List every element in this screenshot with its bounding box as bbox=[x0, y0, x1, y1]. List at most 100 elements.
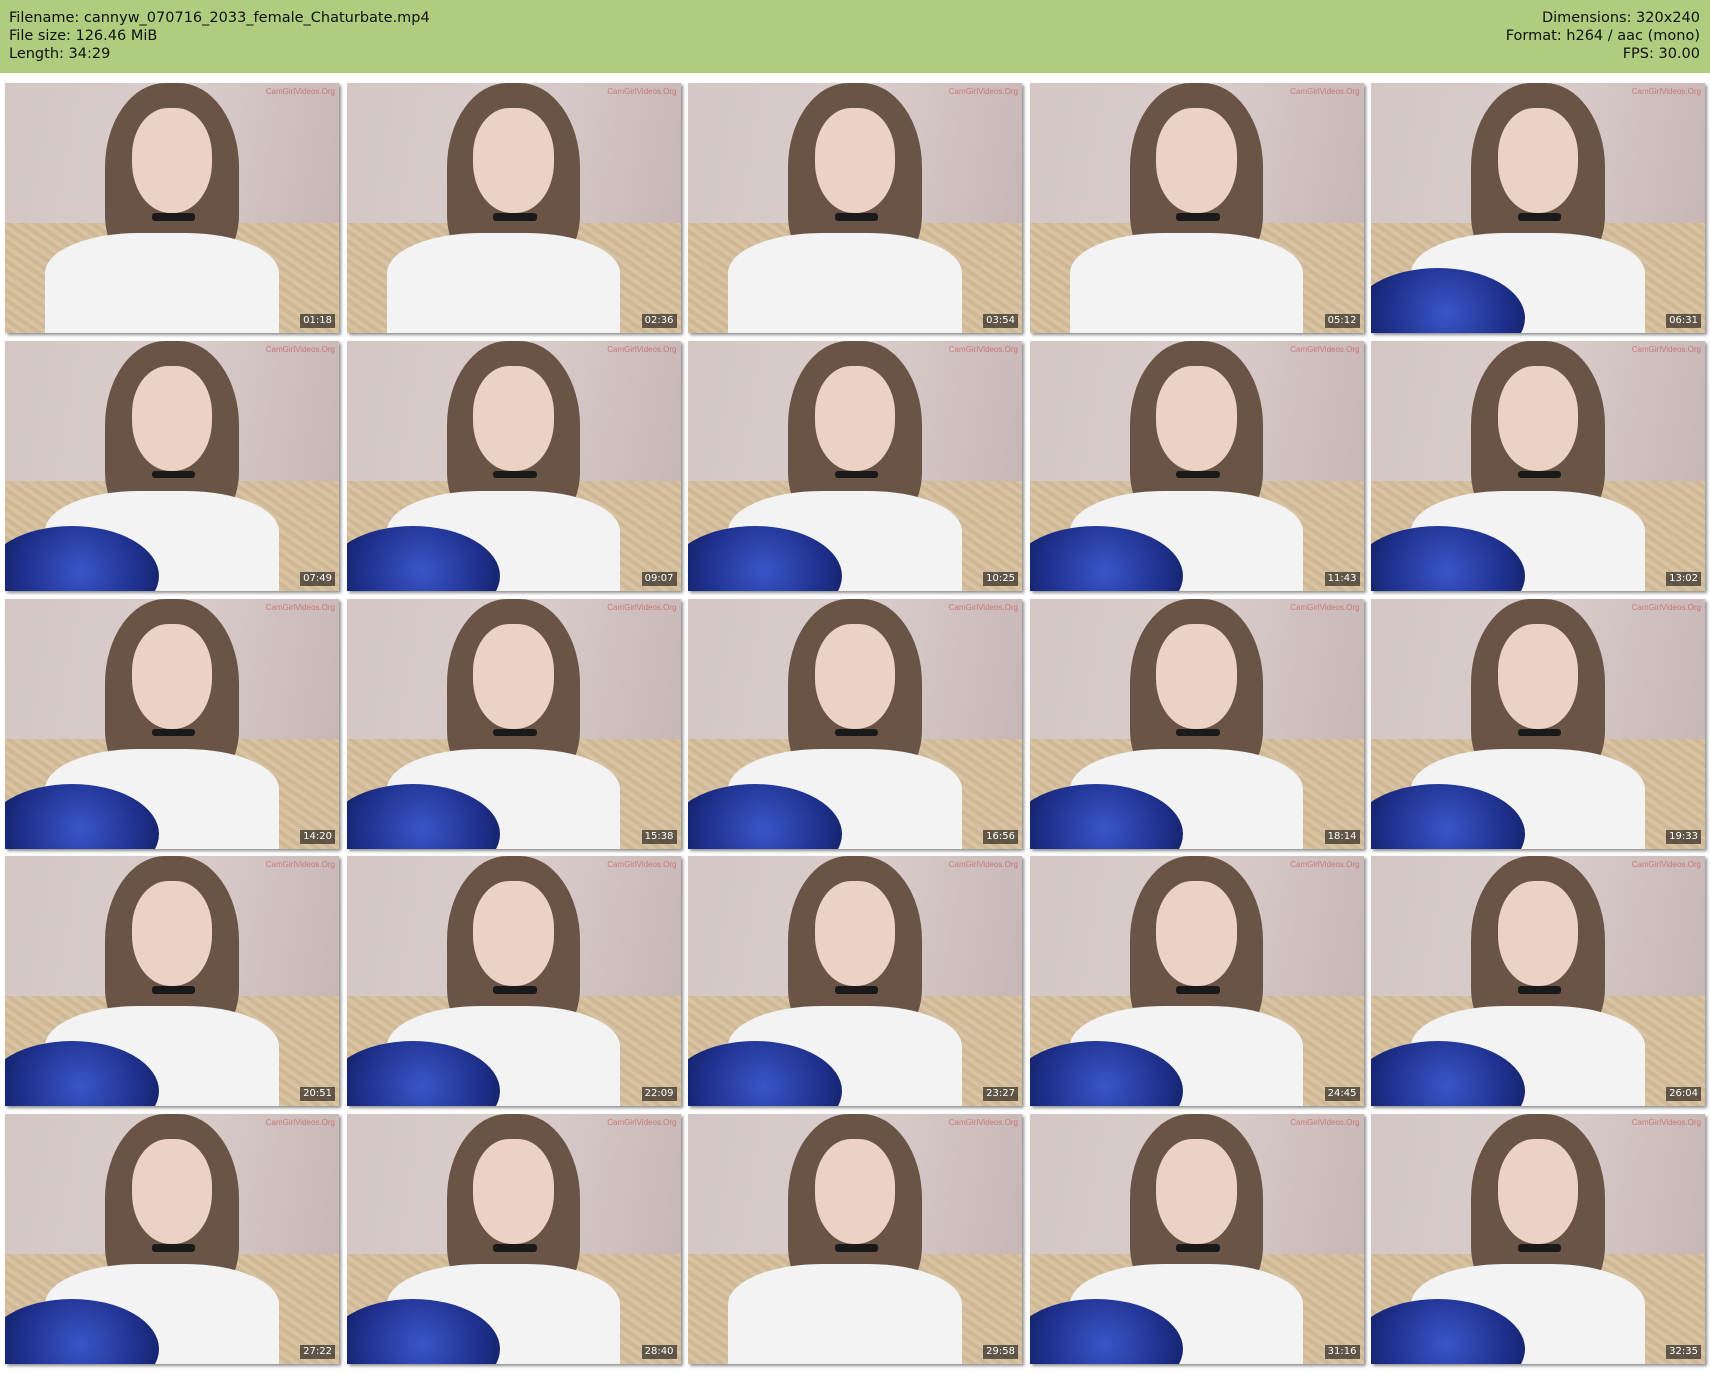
thumbnail-frame: CamGirlVideos.Org 13:02 bbox=[1371, 340, 1705, 591]
thumbnail-frame: CamGirlVideos.Org 20:51 bbox=[5, 856, 339, 1107]
timestamp-label: 05:12 bbox=[1324, 314, 1360, 328]
watermark-text: CamGirlVideos.Org bbox=[265, 87, 335, 96]
person-face bbox=[814, 881, 896, 987]
thumbnail-frame: CamGirlVideos.Org 11:43 bbox=[1029, 340, 1364, 591]
person-choker bbox=[493, 986, 537, 994]
watermark-text: CamGirlVideos.Org bbox=[265, 860, 335, 870]
person-choker bbox=[1176, 213, 1220, 221]
watermark-text: CamGirlVideos.Org bbox=[948, 344, 1018, 354]
timestamp-label: 22:09 bbox=[641, 1087, 677, 1102]
watermark-text: CamGirlVideos.Org bbox=[1290, 87, 1360, 96]
person-choker bbox=[834, 213, 879, 221]
person-face bbox=[131, 623, 213, 729]
timestamp-label: 03:54 bbox=[983, 314, 1018, 328]
thumbnail-frame: CamGirlVideos.Org 23:27 bbox=[688, 856, 1022, 1107]
person-choker bbox=[1517, 728, 1562, 737]
person-shirt bbox=[728, 1264, 962, 1365]
person-face bbox=[1497, 365, 1579, 471]
person-face bbox=[814, 623, 896, 729]
thumbnail-frame: CamGirlVideos.Org 05:12 bbox=[1029, 83, 1364, 333]
timestamp-label: 19:33 bbox=[1666, 829, 1701, 844]
timestamp-label: 29:58 bbox=[983, 1345, 1018, 1360]
timestamp-label: 14:20 bbox=[300, 829, 335, 844]
person-choker bbox=[834, 1244, 879, 1252]
watermark-text: CamGirlVideos.Org bbox=[1631, 1118, 1701, 1128]
person-face bbox=[1156, 108, 1237, 213]
watermark-text: CamGirlVideos.Org bbox=[1631, 344, 1701, 354]
thumbnail-grid: CamGirlVideos.Org 01:18 CamGirlVideos.Org 0… bbox=[5, 83, 1705, 1365]
person-face bbox=[1156, 881, 1237, 987]
watermark-text: CamGirlVideos.Org bbox=[948, 602, 1018, 612]
file-info-left: Filename: cannyw_070716_2033_female_Chat… bbox=[9, 9, 430, 63]
person-face bbox=[131, 881, 213, 987]
person-face bbox=[473, 881, 554, 987]
timestamp-label: 26:04 bbox=[1666, 1087, 1701, 1102]
watermark-text: CamGirlVideos.Org bbox=[1290, 344, 1360, 354]
thumbnail-frame: CamGirlVideos.Org 26:04 bbox=[1371, 856, 1705, 1107]
timestamp-label: 06:31 bbox=[1666, 314, 1701, 328]
thumbnail-frame: CamGirlVideos.Org 14:20 bbox=[5, 598, 339, 849]
person-face bbox=[814, 1139, 896, 1245]
watermark-text: CamGirlVideos.Org bbox=[265, 344, 335, 354]
timestamp-label: 32:35 bbox=[1666, 1345, 1701, 1360]
watermark-text: CamGirlVideos.Org bbox=[948, 860, 1018, 870]
thumbnail-frame: CamGirlVideos.Org 29:58 bbox=[688, 1114, 1022, 1365]
timestamp-label: 23:27 bbox=[983, 1087, 1018, 1102]
timestamp-label: 27:22 bbox=[300, 1345, 335, 1360]
thumbnail-frame: CamGirlVideos.Org 28:40 bbox=[346, 1114, 681, 1365]
person-face bbox=[814, 108, 896, 213]
person-choker bbox=[1176, 986, 1220, 994]
person-choker bbox=[151, 213, 196, 221]
thumbnail-frame: CamGirlVideos.Org 31:16 bbox=[1029, 1114, 1364, 1365]
person-choker bbox=[834, 728, 879, 737]
watermark-text: CamGirlVideos.Org bbox=[607, 602, 677, 612]
person-choker bbox=[1517, 213, 1562, 221]
person-face bbox=[473, 623, 554, 729]
timestamp-label: 13:02 bbox=[1666, 571, 1701, 586]
person-choker bbox=[493, 213, 537, 221]
person-face bbox=[473, 1139, 554, 1245]
person-shirt bbox=[728, 233, 962, 333]
timestamp-label: 01:18 bbox=[300, 314, 335, 328]
thumbnail-frame: CamGirlVideos.Org 18:14 bbox=[1029, 598, 1364, 849]
person-choker bbox=[151, 1244, 196, 1252]
person-choker bbox=[151, 986, 196, 994]
file-info-right: Dimensions: 320x240 Format: h264 / aac (… bbox=[1506, 9, 1700, 63]
person-choker bbox=[493, 728, 537, 737]
thumbnail-frame: CamGirlVideos.Org 22:09 bbox=[346, 856, 681, 1107]
person-face bbox=[1497, 1139, 1579, 1245]
person-choker bbox=[1176, 728, 1220, 737]
thumbnail-frame: CamGirlVideos.Org 01:18 bbox=[5, 83, 339, 333]
timestamp-label: 20:51 bbox=[300, 1087, 335, 1102]
thumbnail-frame: CamGirlVideos.Org 02:36 bbox=[346, 83, 681, 333]
person-choker bbox=[834, 470, 879, 479]
thumbnail-frame: CamGirlVideos.Org 19:33 bbox=[1371, 598, 1705, 849]
timestamp-label: 15:38 bbox=[641, 829, 677, 844]
person-shirt bbox=[386, 233, 621, 333]
timestamp-label: 18:14 bbox=[1324, 829, 1360, 844]
person-face bbox=[131, 1139, 213, 1245]
watermark-text: CamGirlVideos.Org bbox=[607, 860, 677, 870]
thumbnail-frame: CamGirlVideos.Org 16:56 bbox=[688, 598, 1022, 849]
thumbnail-frame: CamGirlVideos.Org 06:31 bbox=[1371, 83, 1705, 333]
person-face bbox=[131, 365, 213, 471]
person-face bbox=[1156, 1139, 1237, 1245]
person-face bbox=[1497, 108, 1579, 213]
thumbnail-frame: CamGirlVideos.Org 10:25 bbox=[688, 340, 1022, 591]
person-choker bbox=[1176, 470, 1220, 479]
person-choker bbox=[151, 470, 196, 479]
watermark-text: CamGirlVideos.Org bbox=[948, 87, 1018, 96]
length-text: Length: 34:29 bbox=[9, 46, 111, 62]
watermark-text: CamGirlVideos.Org bbox=[948, 1118, 1018, 1128]
thumbnail-frame: CamGirlVideos.Org 03:54 bbox=[688, 83, 1022, 333]
person-face bbox=[131, 108, 213, 213]
watermark-text: CamGirlVideos.Org bbox=[1631, 602, 1701, 612]
person-choker bbox=[1517, 986, 1562, 994]
timestamp-label: 11:43 bbox=[1324, 571, 1360, 586]
person-face bbox=[1497, 881, 1579, 987]
filename-text: Filename: cannyw_070716_2033_female_Chat… bbox=[9, 10, 430, 26]
thumbnail-frame: CamGirlVideos.Org 07:49 bbox=[5, 340, 339, 591]
person-choker bbox=[1176, 1244, 1220, 1252]
watermark-text: CamGirlVideos.Org bbox=[1631, 87, 1701, 96]
person-face bbox=[1497, 623, 1579, 729]
